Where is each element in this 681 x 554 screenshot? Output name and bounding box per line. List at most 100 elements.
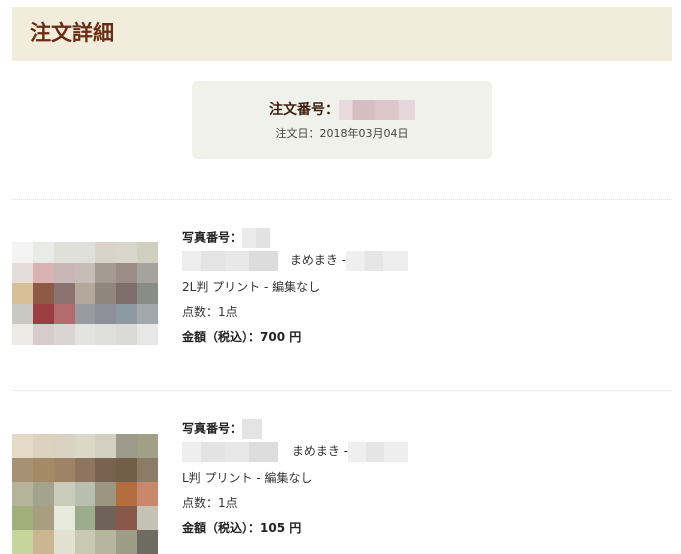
price: 金額（税込）：105 円 [182, 521, 302, 535]
mosaic-cell [116, 434, 138, 458]
mosaic-cell [74, 242, 96, 263]
mosaic-cell [53, 530, 75, 554]
mosaic-cell [116, 262, 138, 284]
mosaic-cell [137, 506, 158, 530]
item-name-redacted [182, 441, 278, 462]
mosaic-cell [12, 530, 33, 554]
item-name-suffix: まめまき - [291, 444, 348, 458]
mosaic-cell [95, 262, 117, 284]
mosaic-cell [53, 262, 75, 284]
mosaic-cell [53, 303, 75, 325]
order-number-redacted [339, 100, 415, 120]
mosaic-cell [74, 303, 96, 325]
photo-thumbnail[interactable] [12, 434, 158, 554]
photo-thumbnail-image [12, 242, 158, 345]
mosaic-cell [32, 530, 54, 554]
mosaic-cell [53, 458, 75, 482]
order-number: 注文番号： [192, 100, 492, 120]
mosaic-cell [12, 283, 33, 304]
photo-thumbnail-image [12, 434, 158, 554]
mosaic-cell [74, 530, 96, 554]
photo-number-redacted [242, 228, 271, 248]
mosaic-cell [95, 482, 117, 506]
order-number-label: 注文番号： [269, 102, 339, 118]
mosaic-cell [95, 458, 117, 482]
mosaic-cell [74, 458, 96, 482]
mosaic-cell [53, 324, 75, 345]
divider [12, 199, 672, 200]
product-type: 2L判 プリント - 編集なし [182, 280, 321, 294]
mosaic-cell [12, 434, 33, 458]
mosaic-cell [116, 482, 138, 506]
mosaic-cell [12, 303, 33, 325]
mosaic-cell [137, 530, 158, 554]
mosaic-cell [116, 324, 138, 345]
mosaic-cell [53, 506, 75, 530]
mosaic-cell [12, 458, 33, 482]
mosaic-cell [74, 506, 96, 530]
mosaic-cell [74, 283, 96, 304]
mosaic-cell [32, 506, 54, 530]
mosaic-cell [74, 262, 96, 284]
mosaic-cell [95, 324, 117, 345]
photo-number: 写真番号： [182, 228, 271, 248]
item-name-redacted-2 [345, 250, 408, 271]
mosaic-cell [12, 242, 33, 263]
item-name-redacted [182, 250, 278, 271]
page-header: 注文詳細 [12, 7, 672, 61]
mosaic-cell [32, 434, 54, 458]
mosaic-cell [12, 482, 33, 506]
mosaic-cell [116, 303, 138, 325]
mosaic-cell [95, 506, 117, 530]
mosaic-cell [116, 530, 138, 554]
mosaic-cell [116, 506, 138, 530]
mosaic-cell [12, 262, 33, 284]
mosaic-cell [53, 482, 75, 506]
quantity: 点数：1点 [182, 305, 238, 319]
mosaic-cell [116, 283, 138, 304]
mosaic-cell [137, 283, 158, 304]
item-name-suffix: まめまき - [289, 253, 346, 267]
quantity: 点数：1点 [182, 496, 238, 510]
mosaic-cell [32, 283, 54, 304]
item-name: まめまき - [182, 441, 408, 462]
mosaic-cell [137, 458, 158, 482]
mosaic-cell [137, 434, 158, 458]
mosaic-cell [137, 242, 158, 263]
mosaic-cell [137, 324, 158, 345]
mosaic-cell [137, 303, 158, 325]
mosaic-cell [137, 262, 158, 284]
photo-thumbnail[interactable] [12, 242, 158, 345]
mosaic-cell [95, 283, 117, 304]
mosaic-cell [74, 482, 96, 506]
photo-number-label: 写真番号： [182, 421, 243, 436]
mosaic-cell [95, 530, 117, 554]
item-name-redacted-2 [347, 441, 408, 462]
mosaic-cell [32, 262, 54, 284]
mosaic-cell [32, 303, 54, 325]
mosaic-cell [32, 482, 54, 506]
order-summary: 注文番号： 注文日：2018年03月04日 [192, 81, 492, 159]
mosaic-cell [53, 434, 75, 458]
mosaic-cell [53, 242, 75, 263]
price: 金額（税込）：700 円 [182, 330, 302, 344]
order-date: 注文日：2018年03月04日 [275, 127, 409, 140]
mosaic-cell [12, 506, 33, 530]
mosaic-cell [32, 458, 54, 482]
mosaic-cell [32, 242, 54, 263]
mosaic-cell [137, 482, 158, 506]
mosaic-cell [95, 303, 117, 325]
mosaic-cell [12, 324, 33, 345]
mosaic-cell [74, 434, 96, 458]
item-name: まめまき - [182, 250, 408, 271]
mosaic-cell [32, 324, 54, 345]
photo-number: 写真番号： [182, 419, 263, 439]
mosaic-cell [116, 242, 138, 263]
product-type: L判 プリント - 編集なし [182, 471, 313, 485]
photo-number-redacted [242, 419, 263, 439]
divider [12, 390, 672, 391]
mosaic-cell [53, 283, 75, 304]
photo-number-label: 写真番号： [182, 230, 243, 245]
order-item: 写真番号： まめまき - L判 プリント - 編集なし 点数：1点 金額（税込）… [12, 419, 672, 554]
page-title: 注文詳細 [30, 21, 114, 45]
